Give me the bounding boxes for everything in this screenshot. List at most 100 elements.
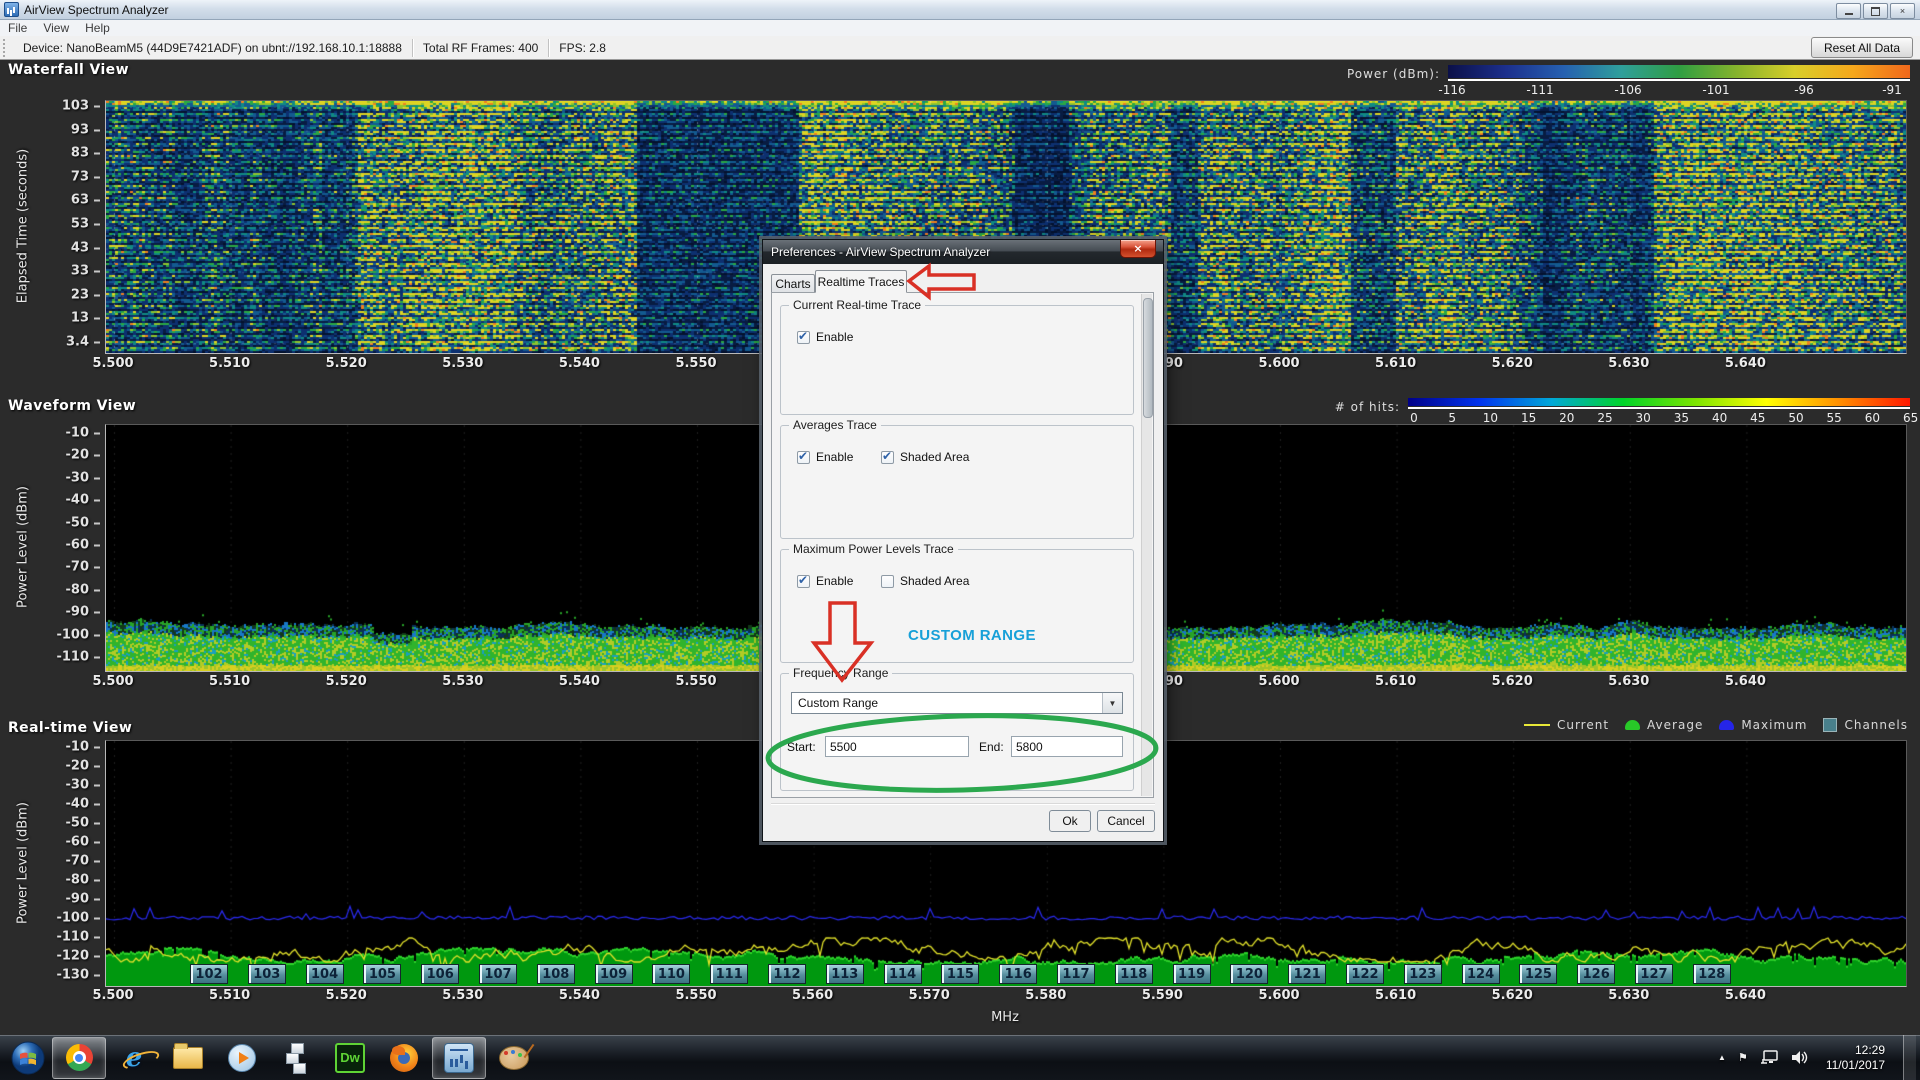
y-tick-label: 33 — [71, 264, 100, 279]
close-icon: × — [1133, 242, 1142, 255]
dialog-close-button[interactable]: × — [1120, 240, 1156, 258]
x-tick-label: 5.620 — [1492, 674, 1533, 689]
airview-window: AirView Spectrum Analyzer × FileViewHelp… — [0, 0, 1920, 1080]
menu-view[interactable]: View — [35, 21, 77, 35]
current-enable-checkbox[interactable]: ✔ — [797, 331, 810, 344]
airview-button[interactable] — [432, 1037, 486, 1079]
group-frequency-range: Frequency Range Custom Range ▼ Start: En… — [780, 673, 1134, 791]
dropdown-button[interactable]: ▼ — [1102, 693, 1122, 713]
checkbox-label: Shaded Area — [900, 574, 969, 588]
show-desktop-button[interactable] — [1903, 1035, 1916, 1080]
channel-badge: 107 — [479, 964, 517, 984]
legend-tick-label: 30 — [1636, 411, 1651, 425]
y-tick-label: -70 — [66, 854, 101, 869]
media-player-button[interactable] — [216, 1038, 268, 1078]
paint-icon — [499, 1046, 529, 1070]
preferences-dialog: Preferences - AirView Spectrum Analyzer … — [762, 239, 1164, 842]
channel-badge: 116 — [999, 964, 1037, 984]
dialog-title: Preferences - AirView Spectrum Analyzer — [771, 245, 990, 259]
x-tick-label: 5.570 — [909, 988, 950, 1003]
y-tick-label: -40 — [66, 797, 101, 812]
reset-all-data-button[interactable]: Reset All Data — [1811, 37, 1913, 58]
chrome-button[interactable] — [52, 1037, 106, 1079]
channel-row: 1021031041051061071081091101111121131141… — [106, 964, 1906, 984]
checkbox-label: Enable — [816, 574, 853, 588]
power-legend: Power (dBm): -116-111-106-101-96-91 — [1347, 65, 1910, 96]
x-tick-label: 5.600 — [1258, 988, 1299, 1003]
firefox-button[interactable] — [378, 1038, 430, 1078]
averages-enable-checkbox[interactable]: ✔ — [797, 451, 810, 464]
channels-swatch — [1823, 718, 1837, 732]
legend-tick-label: 45 — [1750, 411, 1765, 425]
stacked-boxes-button[interactable] — [270, 1038, 322, 1078]
x-tick-label: 5.540 — [559, 674, 600, 689]
windows-explorer-button[interactable] — [162, 1038, 214, 1078]
app-icon — [4, 2, 19, 17]
start-button[interactable] — [6, 1038, 50, 1078]
averages-shaded-checkbox[interactable]: ✔ — [881, 451, 894, 464]
check-icon: ✔ — [882, 449, 892, 463]
dialog-scrollbar[interactable] — [1141, 294, 1152, 796]
x-tick-label: 5.640 — [1725, 988, 1766, 1003]
legend-tick-label: 25 — [1597, 411, 1612, 425]
clock[interactable]: 12:29 11/01/2017 — [1826, 1043, 1885, 1073]
channel-badge: 104 — [306, 964, 344, 984]
x-tick-label: 5.540 — [559, 356, 600, 371]
internet-explorer-button[interactable]: e — [108, 1038, 160, 1078]
waterfall-title: Waterfall View — [8, 62, 129, 78]
realtime-xticks: 5.5005.5105.5205.5305.5405.5505.5605.570… — [105, 988, 1905, 1004]
volume-icon[interactable] — [1790, 1050, 1808, 1065]
y-tick-label: -90 — [66, 892, 101, 907]
tab-realtime-traces[interactable]: Realtime Traces — [815, 270, 907, 293]
x-tick-label: 5.550 — [675, 988, 716, 1003]
tab-charts[interactable]: Charts — [771, 274, 815, 293]
y-tick-label: -110 — [56, 930, 100, 945]
x-tick-label: 5.520 — [326, 674, 367, 689]
x-tick-label: 5.610 — [1375, 988, 1416, 1003]
legend-item-channels: Channels — [1823, 718, 1908, 732]
minimize-button[interactable] — [1836, 3, 1861, 19]
x-tick-label: 5.610 — [1375, 674, 1416, 689]
frequency-range-dropdown[interactable]: Custom Range ▼ — [791, 692, 1123, 714]
dialog-title-bar[interactable]: Preferences - AirView Spectrum Analyzer — [763, 240, 1163, 264]
dialog-separator — [771, 803, 1155, 804]
x-tick-label: 5.510 — [209, 988, 250, 1003]
check-icon: ✔ — [798, 329, 808, 343]
close-button[interactable]: × — [1890, 3, 1915, 19]
x-tick-label: 5.560 — [792, 988, 833, 1003]
group-title: Frequency Range — [789, 666, 892, 680]
end-frequency-input[interactable] — [1011, 736, 1123, 757]
channel-badge: 128 — [1693, 964, 1731, 984]
menu-file[interactable]: File — [0, 21, 35, 35]
y-tick-label: 13 — [71, 311, 100, 326]
y-tick-label: -20 — [66, 759, 101, 774]
x-tick-label: 5.630 — [1608, 988, 1649, 1003]
clock-date: 11/01/2017 — [1826, 1058, 1885, 1073]
maximum-enable-checkbox[interactable]: ✔ — [797, 575, 810, 588]
y-tick-label: -100 — [56, 627, 100, 642]
clock-time: 12:29 — [1826, 1043, 1885, 1058]
check-icon: ✔ — [798, 449, 808, 463]
channel-badge: 112 — [768, 964, 806, 984]
device-status: Device: NanoBeamM5 (44D9E7421ADF) on ubn… — [13, 41, 412, 55]
menu-help[interactable]: Help — [77, 21, 118, 35]
dreamweaver-button[interactable]: Dw — [324, 1038, 376, 1078]
hidden-icons-button[interactable]: ▲ — [1718, 1053, 1726, 1062]
y-tick-label: -130 — [56, 968, 100, 983]
channel-badge: 114 — [884, 964, 922, 984]
maximize-button[interactable] — [1863, 3, 1888, 19]
status-toolbar: Device: NanoBeamM5 (44D9E7421ADF) on ubn… — [0, 36, 1920, 60]
dropdown-value: Custom Range — [798, 696, 878, 710]
maximum-shaded-checkbox[interactable]: ✔ — [881, 575, 894, 588]
action-center-flag-icon[interactable]: ⚑ — [1738, 1051, 1748, 1064]
ok-button[interactable]: Ok — [1049, 810, 1091, 832]
hits-legend-label: # of hits: — [1335, 400, 1400, 414]
network-icon[interactable] — [1760, 1050, 1778, 1065]
start-frequency-input[interactable] — [825, 736, 969, 757]
power-gradient-bar — [1448, 65, 1910, 78]
cancel-button[interactable]: Cancel — [1097, 810, 1155, 832]
paint-button[interactable] — [488, 1038, 540, 1078]
scrollbar-thumb[interactable] — [1143, 298, 1153, 418]
legend-tick-label: -111 — [1526, 83, 1553, 97]
legend-label: Current — [1557, 718, 1609, 732]
